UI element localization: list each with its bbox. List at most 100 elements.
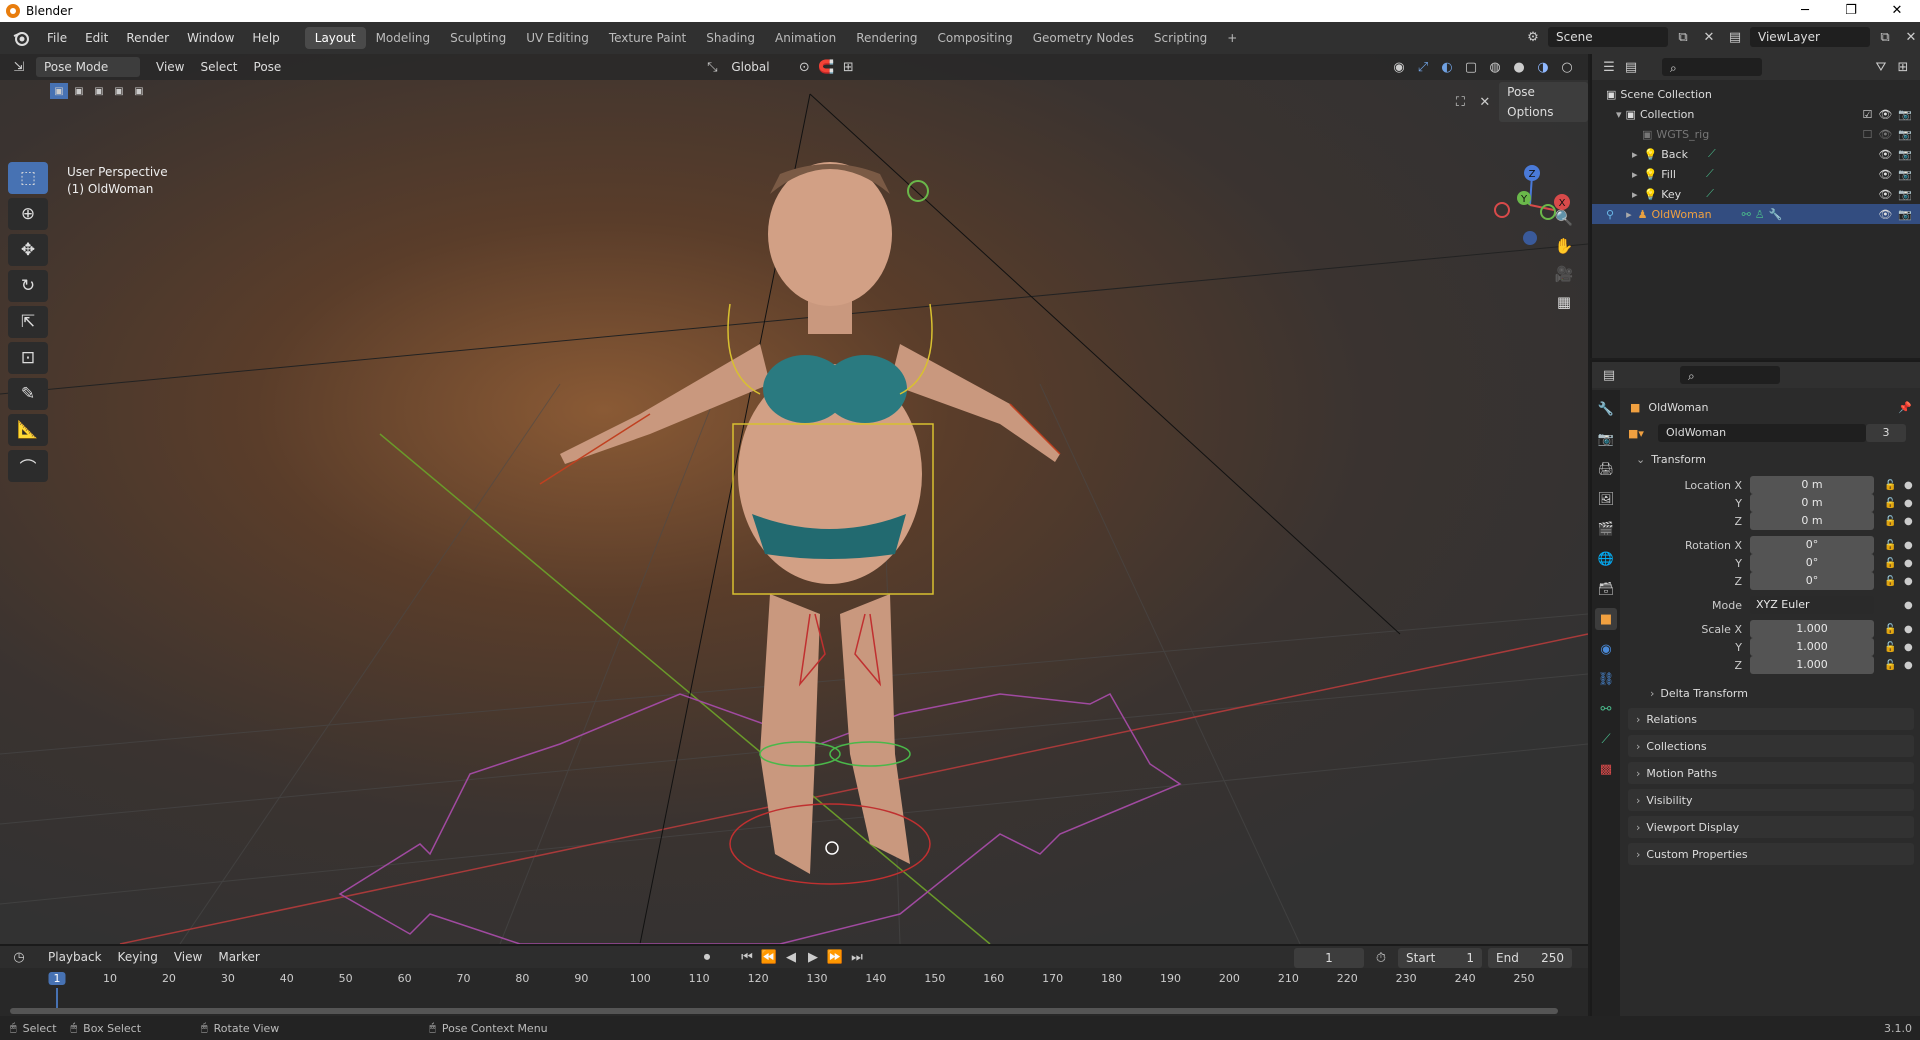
jump-keyframe-back-icon[interactable]: ⏪ — [758, 947, 780, 967]
playhead-line[interactable] — [56, 988, 58, 1008]
exclude-checkbox[interactable]: ☐ — [1862, 128, 1872, 141]
transform-tool-icon[interactable]: ⊡ — [8, 342, 48, 374]
scene-tab-icon[interactable]: 🎬 — [1595, 518, 1617, 540]
wireframe-shading-icon[interactable]: ◍ — [1484, 57, 1506, 77]
users-count[interactable]: 3 — [1866, 424, 1906, 442]
eye-icon[interactable]: 👁 — [1878, 208, 1892, 221]
eye-icon[interactable]: 👁 — [1878, 148, 1892, 161]
visibility-icon[interactable]: ◉ — [1388, 57, 1410, 77]
lock-icon[interactable]: 🔓 — [1884, 540, 1896, 551]
close-button[interactable]: ✕ — [1874, 0, 1920, 22]
maximize-button[interactable]: ❐ — [1828, 0, 1874, 22]
custom-properties-panel[interactable]: › Custom Properties — [1628, 843, 1914, 865]
add-workspace-button[interactable]: + — [1217, 27, 1247, 49]
location-y-field[interactable]: 0 m — [1750, 494, 1874, 512]
pivot-icon[interactable]: ⊙ — [793, 57, 815, 77]
new-scene-icon[interactable]: ⧉ — [1672, 27, 1694, 47]
tab-compositing[interactable]: Compositing — [927, 27, 1022, 49]
relations-panel[interactable]: › Relations — [1628, 708, 1914, 730]
expand-chevron-icon[interactable]: ▸ — [1632, 188, 1638, 201]
lock-icon[interactable]: 🔓 — [1884, 516, 1896, 527]
render-camera-icon[interactable]: 📷 — [1898, 148, 1912, 161]
play-reverse-icon[interactable]: ◀ — [780, 947, 802, 967]
solid-shading-icon[interactable]: ● — [1508, 57, 1530, 77]
scene-icon[interactable]: ⚙ — [1522, 27, 1544, 47]
zoom-icon[interactable]: 🔍 — [1550, 204, 1578, 232]
exclude-checkbox[interactable]: ☑ — [1862, 108, 1872, 121]
pose-mode-icon[interactable]: ⚲ — [1606, 208, 1614, 221]
viewport-menu-view[interactable]: View — [148, 57, 192, 77]
keyframe-dot-icon[interactable]: ● — [1904, 660, 1913, 671]
transform-affect-icon[interactable]: ⛶ — [1450, 92, 1471, 112]
select-box-tool-icon[interactable]: ⬚ — [8, 162, 48, 194]
scene-collection-row[interactable]: ▣ Scene Collection — [1592, 84, 1920, 104]
snap-target-icon[interactable]: ⊞ — [837, 57, 859, 77]
outliner-item-wgts-rig[interactable]: ▣ WGTS_rig ☐ 👁 📷 — [1592, 124, 1920, 144]
menu-window[interactable]: Window — [178, 27, 243, 49]
camera-view-icon[interactable]: 🎥 — [1550, 260, 1578, 288]
pin-icon[interactable]: 📌 — [1898, 401, 1912, 414]
timeline-editor-icon[interactable]: ◷ — [8, 947, 30, 967]
select-intersect-icon[interactable]: ▣ — [130, 83, 148, 99]
start-frame-field[interactable]: Start 1 — [1398, 948, 1482, 968]
scale-tool-icon[interactable]: ⇱ — [8, 306, 48, 338]
timeline-ruler[interactable]: 1 10 20 30 40 50 60 70 80 90 100 110 120 130 140 150 160… — [0, 970, 1588, 1008]
outliner-item-back[interactable]: ▸ 💡 Back ⟋ 👁 📷 — [1592, 144, 1920, 164]
pan-hand-icon[interactable]: ✋ — [1550, 232, 1578, 260]
keyframe-dot-icon[interactable]: ● — [1904, 498, 1913, 509]
select-invert-icon[interactable]: ▣ — [110, 83, 128, 99]
keyframe-dot-icon[interactable]: ● — [1904, 624, 1913, 635]
viewport-menu-pose[interactable]: Pose — [246, 57, 290, 77]
delta-transform-subpanel[interactable]: › Delta Transform — [1642, 682, 1914, 704]
world-tab-icon[interactable]: 🌐 — [1595, 548, 1617, 570]
jump-start-icon[interactable]: ⏮ — [736, 947, 758, 967]
menu-render[interactable]: Render — [117, 27, 178, 49]
new-collection-icon[interactable]: ⊞ — [1892, 57, 1914, 77]
move-tool-icon[interactable]: ✥ — [8, 234, 48, 266]
lock-icon[interactable]: 🔓 — [1884, 558, 1896, 569]
tab-animation[interactable]: Animation — [765, 27, 846, 49]
current-frame-marker[interactable]: 1 — [48, 972, 66, 985]
select-new-icon[interactable]: ▣ — [50, 83, 68, 99]
eye-icon[interactable]: 👁 — [1878, 128, 1892, 141]
tab-scripting[interactable]: Scripting — [1144, 27, 1217, 49]
object-data-tab-icon[interactable]: ⚯ — [1595, 698, 1617, 720]
outliner-item-oldwoman[interactable]: ⚲ ▸ ♟ OldWoman ⚯ ♙ 🔧 👁 📷 — [1592, 204, 1920, 224]
editor-type-icon[interactable]: ⇲ — [8, 57, 30, 77]
motion-paths-panel[interactable]: › Motion Paths — [1628, 762, 1914, 784]
blender-menu-icon[interactable] — [10, 27, 32, 49]
properties-search-input[interactable]: ⌕ — [1680, 366, 1780, 384]
lock-icon[interactable]: 🔓 — [1884, 498, 1896, 509]
play-icon[interactable]: ▶ — [802, 947, 824, 967]
eye-icon[interactable]: 👁 — [1878, 188, 1892, 201]
material-shading-icon[interactable]: ◑ — [1532, 57, 1554, 77]
tab-shading[interactable]: Shading — [696, 27, 765, 49]
current-frame-field[interactable]: 1 — [1294, 948, 1364, 968]
lock-icon[interactable]: 🔓 — [1884, 642, 1896, 653]
keyframe-dot-icon[interactable]: ● — [1904, 576, 1913, 587]
location-x-field[interactable]: 0 m — [1750, 476, 1874, 494]
pose-options-dropdown[interactable]: Pose Options — [1499, 82, 1588, 122]
outliner-search-input[interactable]: ⌕ — [1662, 58, 1762, 76]
view-layer-icon[interactable]: ▤ — [1724, 27, 1746, 47]
render-camera-icon[interactable]: 📷 — [1898, 128, 1912, 141]
datablock-name-field[interactable]: OldWoman — [1658, 424, 1866, 442]
texture-tab-icon[interactable]: ▩ — [1595, 758, 1617, 780]
frame-clock-icon[interactable]: ⏱ — [1370, 948, 1392, 968]
menu-file[interactable]: File — [38, 27, 76, 49]
scale-y-field[interactable]: 1.000 — [1750, 638, 1874, 656]
expand-chevron-icon[interactable]: ▸ — [1632, 168, 1638, 181]
measure-tool-icon[interactable]: 📐 — [8, 414, 48, 446]
cursor-tool-icon[interactable]: ⊕ — [8, 198, 48, 230]
outliner-item-key[interactable]: ▸ 💡 Key ⟋ 👁 📷 — [1592, 184, 1920, 204]
tool-tab-icon[interactable]: 🔧 — [1595, 398, 1617, 420]
expand-chevron-icon[interactable]: ▾ — [1616, 108, 1622, 121]
render-camera-icon[interactable]: 📷 — [1898, 168, 1912, 181]
transform-panel-header[interactable]: ⌄ Transform — [1628, 448, 1914, 470]
rotation-x-field[interactable]: 0° — [1750, 536, 1874, 554]
filter-icon[interactable]: ⛛ — [1870, 57, 1892, 77]
tab-modeling[interactable]: Modeling — [366, 27, 441, 49]
display-mode-icon[interactable]: ▤ — [1620, 57, 1642, 77]
keyframe-dot-icon[interactable]: ● — [1904, 600, 1913, 611]
output-tab-icon[interactable]: 🖨 — [1595, 458, 1617, 480]
